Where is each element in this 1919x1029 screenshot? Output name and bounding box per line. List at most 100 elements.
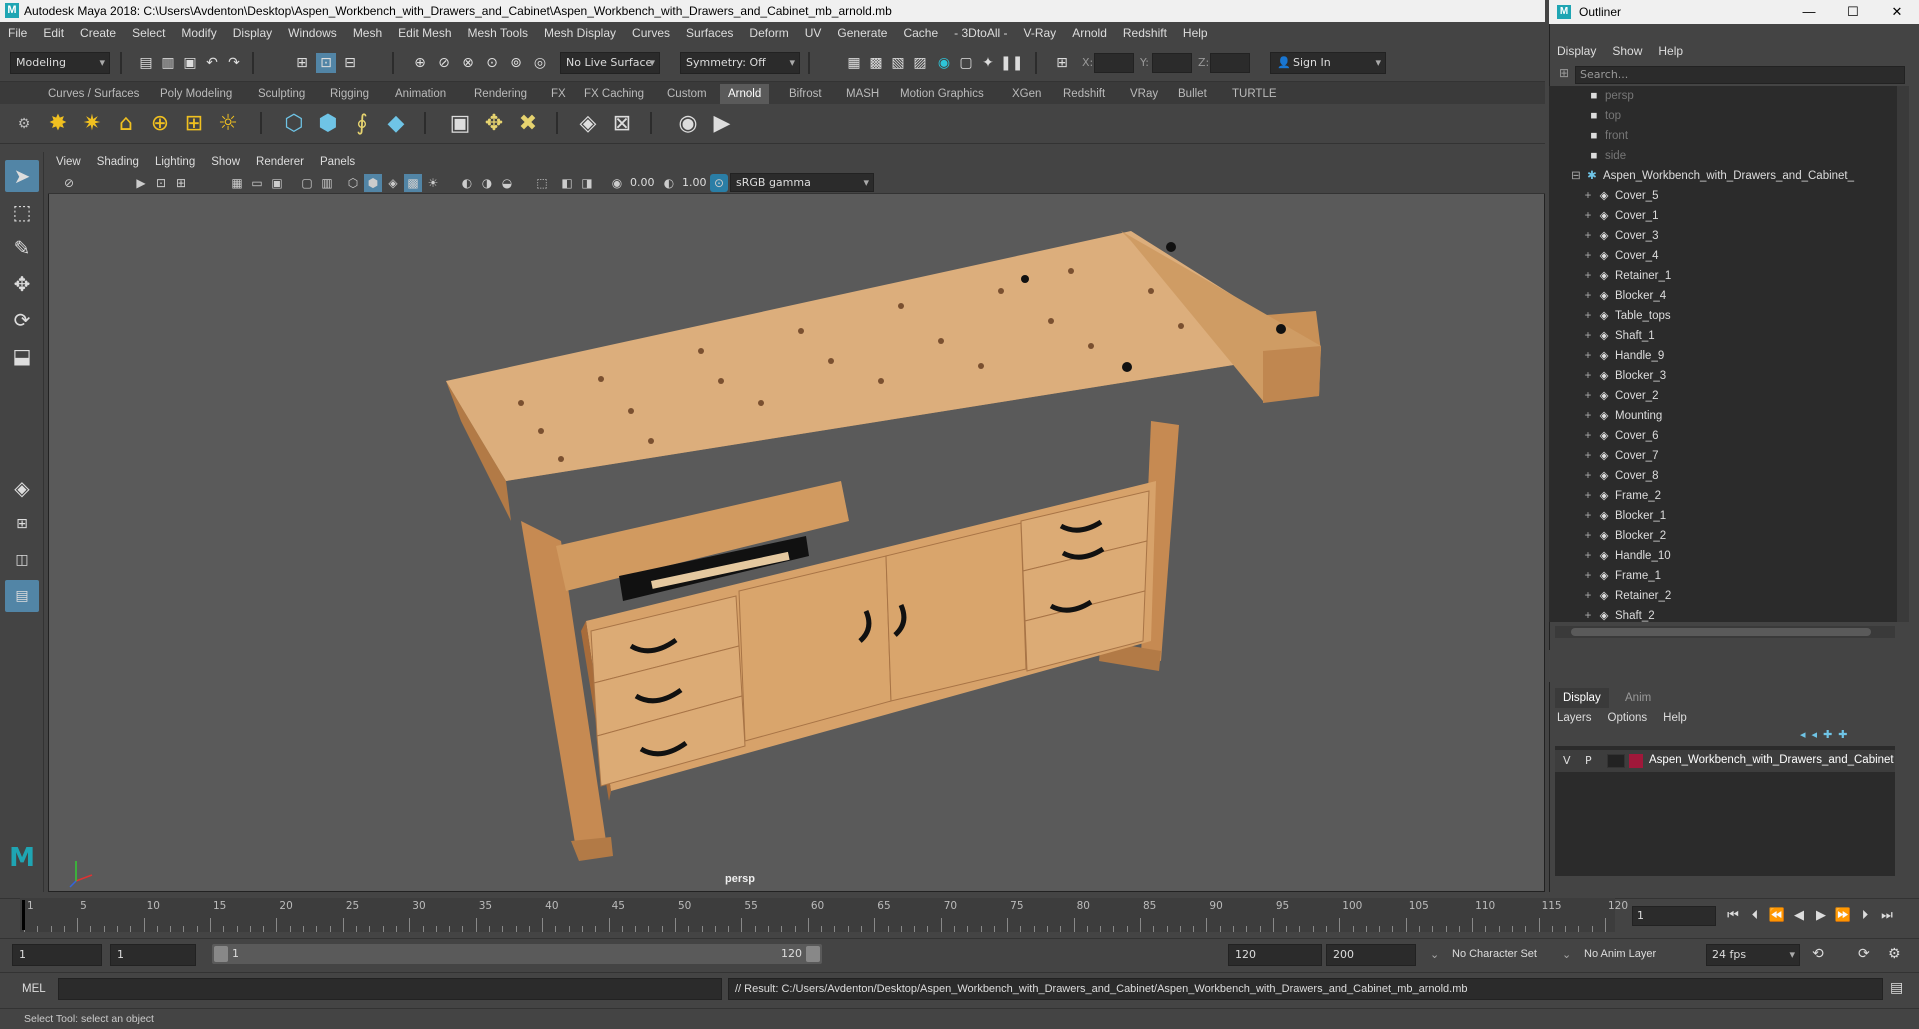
snap-view-icon[interactable]: ⊙ (482, 53, 502, 73)
delete-texture-icon[interactable]: ✖ (514, 110, 542, 138)
skydome-light-icon[interactable]: ✷ (78, 110, 106, 138)
outliner-search-input[interactable]: Search... (1575, 66, 1905, 84)
view-transform-dropdown[interactable]: sRGB gamma (730, 173, 874, 192)
xray-icon[interactable]: ◧ (558, 174, 576, 192)
render-view-icon[interactable]: ▦ (844, 53, 864, 73)
shelf-tab-motion-graphics[interactable]: Motion Graphics (892, 84, 992, 104)
list-item[interactable]: + ◈ Cover_4 (1549, 246, 1659, 266)
vp-menu-lighting[interactable]: Lighting (147, 156, 203, 168)
outliner-menu-show[interactable]: Show (1604, 44, 1650, 58)
script-language-toggle[interactable]: MEL (8, 978, 53, 1000)
area-light-icon[interactable]: ⌂ (112, 110, 140, 138)
bookmark-icon[interactable]: ⊡ (152, 174, 170, 192)
list-item[interactable]: + ◈ Retainer_2 (1549, 586, 1672, 606)
y-field[interactable] (1152, 53, 1192, 73)
go-to-end-icon[interactable]: ⏭ (1878, 906, 1896, 926)
menu-vray[interactable]: V-Ray (1016, 26, 1065, 40)
outliner-layout-icon[interactable]: ▤ (5, 580, 39, 612)
hypershade-icon[interactable]: ◉ (934, 53, 954, 73)
shelf-tab-turtle[interactable]: TURTLE (1224, 84, 1285, 104)
move-layer-down-icon[interactable]: ◂ (1812, 728, 1824, 741)
snap-vertex-icon[interactable]: ◎ (530, 53, 550, 73)
filter-icon[interactable]: ⊞ (1556, 66, 1572, 84)
render-current-icon[interactable]: ▩ (866, 53, 886, 73)
menu-generate[interactable]: Generate (829, 26, 895, 40)
vp-menu-renderer[interactable]: Renderer (248, 156, 312, 168)
smooth-shade-icon[interactable]: ⬢ (364, 174, 382, 192)
expand-icon[interactable]: + (1583, 506, 1593, 526)
fps-dropdown[interactable]: 24 fps (1706, 944, 1800, 966)
expand-icon[interactable]: + (1583, 446, 1593, 466)
vp-menu-panels[interactable]: Panels (312, 156, 363, 168)
single-view-icon[interactable]: ◈ (5, 472, 39, 504)
physical-sky-icon[interactable]: ☼ (214, 110, 242, 138)
layer-row[interactable]: V P Aspen_Workbench_with_Drawers_and_Cab… (1555, 750, 1895, 772)
list-item[interactable]: ■ top (1549, 106, 1621, 126)
image-plane-icon[interactable]: ⊞ (172, 174, 190, 192)
tab-display[interactable]: Display (1555, 688, 1609, 708)
menu-3dtoall[interactable]: - 3DtoAll - (946, 26, 1015, 40)
list-item[interactable]: + ◈ Blocker_4 (1549, 286, 1667, 306)
menu-windows[interactable]: Windows (280, 26, 345, 40)
layer-color-swatch[interactable] (1629, 754, 1643, 768)
list-item[interactable]: + ◈ Blocker_2 (1549, 526, 1667, 546)
preview-icon[interactable]: ◉ (674, 110, 702, 138)
expand-icon[interactable]: + (1583, 466, 1593, 486)
export-ass-icon[interactable]: ◆ (382, 110, 410, 138)
shelf-tab-redshift[interactable]: Redshift (1055, 84, 1113, 104)
character-set-icon[interactable]: ⌄ (1430, 948, 1439, 961)
shelf-tab-mash[interactable]: MASH (838, 84, 887, 104)
list-item[interactable]: + ◈ Shaft_2 (1549, 606, 1655, 622)
shelf-settings-icon[interactable]: ⚙ (10, 110, 38, 138)
menu-modify[interactable]: Modify (173, 26, 224, 40)
outliner-scrollbar-horizontal[interactable] (1555, 626, 1895, 638)
expand-icon[interactable]: + (1583, 486, 1593, 506)
step-back-key-icon[interactable]: ⏪ (1768, 906, 1786, 926)
menu-create[interactable]: Create (72, 26, 124, 40)
license-icon[interactable]: ◈ (574, 110, 602, 138)
expand-icon[interactable]: + (1583, 266, 1593, 286)
menu-surfaces[interactable]: Surfaces (678, 26, 741, 40)
layer-name[interactable]: Aspen_Workbench_with_Drawers_and_Cabinet (1649, 754, 1894, 766)
move-layer-up-icon[interactable]: ◂ (1800, 728, 1812, 741)
symmetry-dropdown[interactable]: Symmetry: Off (680, 52, 800, 74)
expand-icon[interactable]: + (1583, 326, 1593, 346)
lights-icon[interactable]: ☀ (424, 174, 442, 192)
expand-icon[interactable]: + (1583, 206, 1593, 226)
menu-display[interactable]: Display (225, 26, 280, 40)
list-item[interactable]: + ◈ Cover_2 (1549, 386, 1659, 406)
shelf-tab-animation[interactable]: Animation (387, 84, 454, 104)
command-input[interactable] (58, 978, 722, 1000)
shelf-tab-xgen[interactable]: XGen (1004, 84, 1049, 104)
play-render-icon[interactable]: ▶ (708, 110, 736, 138)
tab-anim[interactable]: Anim (1617, 688, 1659, 708)
expand-icon[interactable]: + (1583, 246, 1593, 266)
pause-render-icon[interactable]: ❚❚ (1000, 53, 1023, 73)
list-item[interactable]: + ◈ Frame_2 (1549, 486, 1661, 506)
color-management-icon[interactable]: ⊙ (710, 174, 728, 192)
four-view-icon[interactable]: ⊞ (5, 508, 39, 540)
menu-select[interactable]: Select (124, 26, 173, 40)
scene-end-field[interactable]: 200 (1326, 944, 1416, 966)
stand-in-icon[interactable]: ⬡ (280, 110, 308, 138)
gamma-icon[interactable]: ◐ (660, 174, 678, 192)
outliner-scrollbar-vertical[interactable] (1897, 86, 1909, 622)
menu-redshift[interactable]: Redshift (1115, 26, 1175, 40)
close-button[interactable]: ✕ (1875, 0, 1919, 24)
preferences-icon[interactable]: ⚙ (1888, 946, 1901, 962)
shelf-tab-curves-surfaces[interactable]: Curves / Surfaces (40, 84, 147, 104)
list-item[interactable]: + ◈ Blocker_1 (1549, 506, 1667, 526)
resolution-gate-icon[interactable]: ▣ (268, 174, 286, 192)
film-gate-icon[interactable]: ▭ (248, 174, 266, 192)
grid-icon[interactable]: ▦ (228, 174, 246, 192)
list-item[interactable]: + ◈ Handle_9 (1549, 346, 1665, 366)
layer-type-toggle[interactable] (1607, 754, 1625, 768)
menu-file[interactable]: File (0, 26, 35, 40)
expand-icon[interactable]: + (1583, 566, 1593, 586)
expand-icon[interactable]: + (1583, 306, 1593, 326)
list-item[interactable]: + ◈ Frame_1 (1549, 566, 1661, 586)
shelf-tab-vray[interactable]: VRay (1122, 84, 1166, 104)
isolate-select-icon[interactable]: ⬚ (533, 174, 551, 192)
snap-point-icon[interactable]: ⊗ (458, 53, 478, 73)
expand-icon[interactable]: + (1583, 526, 1593, 546)
